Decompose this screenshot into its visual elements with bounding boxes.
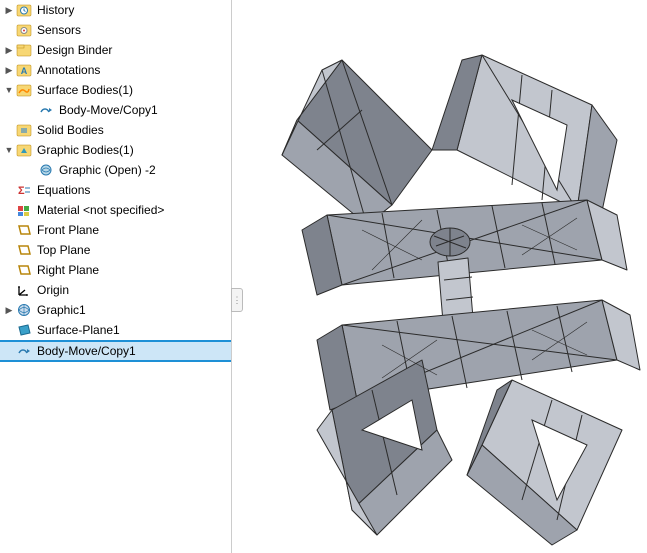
tree-item-topplane[interactable]: Top Plane	[0, 240, 231, 260]
model-canvas: .e{stroke:#2b2b2b;stroke-width:1;stroke-…	[232, 0, 647, 553]
svg-text:A: A	[21, 66, 28, 76]
origin-icon	[16, 282, 32, 298]
tree-item-history[interactable]: History	[0, 0, 231, 20]
tree-item-origin[interactable]: Origin	[0, 280, 231, 300]
tree-item-label: Graphic1	[35, 303, 86, 317]
plane-icon	[16, 262, 32, 278]
annotations-icon: A	[16, 62, 32, 78]
tree-item-designbinder[interactable]: Design Binder	[0, 40, 231, 60]
graphic-folder-icon	[16, 142, 32, 158]
tree-item-label: Equations	[35, 183, 90, 197]
graphic-body-icon	[38, 162, 54, 178]
expand-arrow[interactable]	[2, 45, 16, 56]
tree-item-label: Front Plane	[35, 223, 99, 237]
tree-item-label: Material <not specified>	[35, 203, 164, 217]
origin-icon	[16, 282, 32, 298]
history-icon	[16, 2, 32, 18]
solid-folder-icon	[16, 122, 32, 138]
tree-item-label: Right Plane	[35, 263, 99, 277]
svg-text:Σ: Σ	[18, 185, 25, 197]
tree-item-equations[interactable]: Σ Equations	[0, 180, 231, 200]
app-root: History Sensors Design Binder A Annotations S…	[0, 0, 647, 553]
sensors-icon	[16, 22, 32, 38]
tree-item-label: Body-Move/Copy1	[35, 344, 136, 358]
expand-arrow[interactable]	[2, 85, 16, 95]
tree-item-bodymove1[interactable]: Body-Move/Copy1	[0, 100, 231, 120]
body-move-icon	[16, 343, 32, 359]
tree-item-label: Surface-Plane1	[35, 323, 120, 337]
expand-arrow[interactable]	[2, 305, 16, 316]
annotations-icon: A	[16, 62, 32, 78]
model-viewport[interactable]: .e{stroke:#2b2b2b;stroke-width:1;stroke-…	[232, 0, 647, 553]
plane-icon	[16, 262, 32, 278]
tree-item-label: Body-Move/Copy1	[57, 103, 158, 117]
tree-item-label: Design Binder	[35, 43, 112, 57]
tree-item-label: History	[35, 3, 74, 17]
graphic-folder-icon	[16, 142, 32, 158]
tree-item-solidbodies[interactable]: Solid Bodies	[0, 120, 231, 140]
folder-icon	[16, 42, 32, 58]
tree-item-label: Top Plane	[35, 243, 90, 257]
surface-plane-icon	[16, 322, 32, 338]
tree-item-label: Solid Bodies	[35, 123, 104, 137]
tree-item-label: Graphic (Open) -2	[57, 163, 156, 177]
splitter-handle[interactable]: ⋮	[231, 288, 243, 312]
graphic-body-icon	[38, 162, 54, 178]
equations-icon: Σ	[16, 182, 32, 198]
tree-item-annotations[interactable]: A Annotations	[0, 60, 231, 80]
tree-item-label: Origin	[35, 283, 69, 297]
tree-item-material[interactable]: Material <not specified>	[0, 200, 231, 220]
body-move-icon	[38, 102, 54, 118]
tree-item-graphicbodies[interactable]: Graphic Bodies(1)	[0, 140, 231, 160]
equations-icon: Σ	[16, 182, 32, 198]
body-move-icon	[38, 102, 54, 118]
tree-item-bodymove2[interactable]: Body-Move/Copy1	[0, 340, 231, 362]
feature-tree-panel: History Sensors Design Binder A Annotations S…	[0, 0, 232, 553]
tree-item-surfacebodies[interactable]: Surface Bodies(1)	[0, 80, 231, 100]
plane-icon	[16, 242, 32, 258]
graphic-feature-icon	[16, 302, 32, 318]
tree-item-sensors[interactable]: Sensors	[0, 20, 231, 40]
tree-item-surfaceplane1[interactable]: Surface-Plane1	[0, 320, 231, 340]
plane-icon	[16, 222, 32, 238]
tree-item-graphic1[interactable]: Graphic1	[0, 300, 231, 320]
surface-folder-icon	[16, 82, 32, 98]
surface-plane-icon	[16, 322, 32, 338]
folder-icon	[16, 42, 32, 58]
tree-item-label: Graphic Bodies(1)	[35, 143, 134, 157]
expand-arrow[interactable]	[2, 5, 16, 16]
expand-arrow[interactable]	[2, 145, 16, 155]
feature-tree[interactable]: History Sensors Design Binder A Annotations S…	[0, 0, 231, 362]
plane-icon	[16, 222, 32, 238]
material-icon	[16, 202, 32, 218]
surface-folder-icon	[16, 82, 32, 98]
tree-item-graphicopen[interactable]: Graphic (Open) -2	[0, 160, 231, 180]
graphic-feature-icon	[16, 302, 32, 318]
tree-item-frontplane[interactable]: Front Plane	[0, 220, 231, 240]
expand-arrow[interactable]	[2, 65, 16, 76]
plane-icon	[16, 242, 32, 258]
material-icon	[16, 202, 32, 218]
history-icon	[16, 2, 32, 18]
tree-item-label: Sensors	[35, 23, 81, 37]
tree-item-rightplane[interactable]: Right Plane	[0, 260, 231, 280]
solid-folder-icon	[16, 122, 32, 138]
tree-item-label: Annotations	[35, 63, 100, 77]
body-move-icon	[16, 343, 32, 359]
tree-item-label: Surface Bodies(1)	[35, 83, 133, 97]
sensors-icon	[16, 22, 32, 38]
